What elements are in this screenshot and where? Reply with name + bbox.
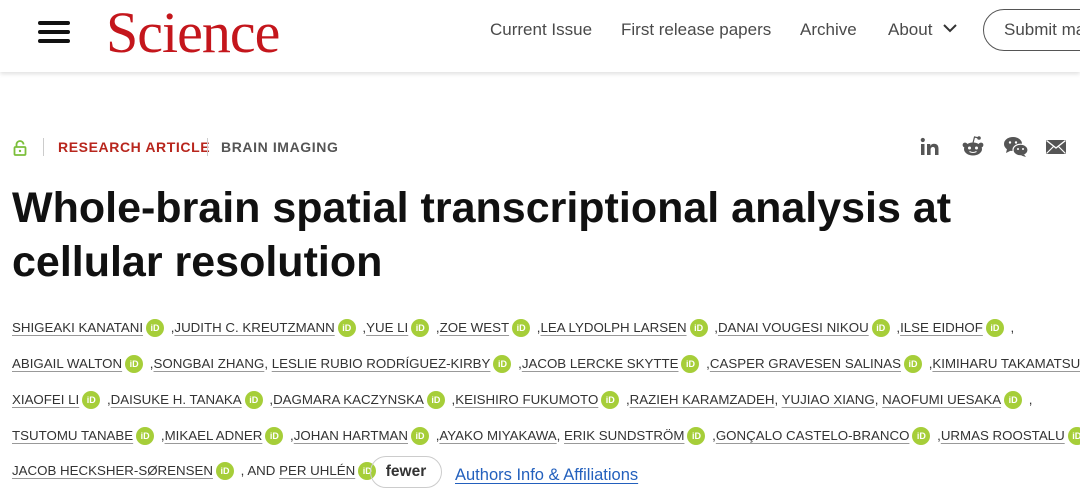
- nav-first-release[interactable]: First release papers: [621, 20, 771, 40]
- article-subject[interactable]: BRAIN IMAGING: [221, 139, 338, 157]
- author-separator: ,: [432, 320, 440, 335]
- authors-info-link[interactable]: Authors Info & Affiliations: [455, 466, 638, 485]
- submit-button[interactable]: Submit ma: [983, 9, 1080, 51]
- author-separator: ,: [514, 356, 522, 371]
- author-line: ABIGAIL WALTON iD ,SONGBAI ZHANG, LESLIE …: [12, 352, 1080, 376]
- author-name[interactable]: DAISUKE H. TANAKA: [111, 392, 242, 407]
- author-name[interactable]: JOHAN HARTMAN: [294, 428, 408, 443]
- author-separator: ,: [264, 356, 272, 371]
- author-line: XIAOFEI LI iD ,DAISUKE H. TANAKA iD ,DAGMA…: [12, 388, 1032, 412]
- author-name[interactable]: SONGBAI ZHANG: [154, 356, 265, 371]
- author-name[interactable]: URMAS ROOSTALU: [941, 428, 1065, 443]
- orcid-icon[interactable]: iD: [125, 355, 144, 374]
- chevron-down-icon: [943, 24, 957, 33]
- email-icon[interactable]: [1046, 139, 1066, 155]
- author-separator: ,: [933, 428, 941, 443]
- author-name[interactable]: AYAKO MIYAKAWA: [439, 428, 556, 443]
- orcid-icon[interactable]: iD: [601, 391, 620, 410]
- lock-icon: [13, 140, 27, 156]
- nav-about-label: About: [888, 20, 933, 39]
- author-name[interactable]: CASPER GRAVESEN SALINAS: [710, 356, 901, 371]
- author-line: TSUTOMU TANABE iD ,MIKAEL ADNER iD ,JOHAN …: [12, 424, 1080, 448]
- nav-current-issue[interactable]: Current Issue: [490, 20, 592, 40]
- author-line: SHIGEAKI KANATANI iD ,JUDITH C. KREUTZMAN…: [12, 316, 1014, 340]
- author-separator: ,: [702, 356, 710, 371]
- author-name[interactable]: NAOFUMI UESAKA: [882, 392, 1001, 407]
- author-separator: ,: [157, 428, 165, 443]
- orcid-icon[interactable]: iD: [912, 427, 931, 446]
- author-name[interactable]: ILSE EIDHOF: [900, 320, 983, 335]
- author-separator: ,: [892, 320, 901, 335]
- author-separator: ,: [774, 392, 782, 407]
- author-separator: ,: [103, 392, 111, 407]
- author-name[interactable]: ERIK SUNDSTRÖM: [564, 428, 684, 443]
- orcid-icon[interactable]: iD: [985, 319, 1004, 338]
- author-separator: ,: [358, 320, 367, 335]
- author-separator: ,: [1025, 392, 1033, 407]
- linkedin-icon[interactable]: [920, 137, 940, 157]
- author-name[interactable]: RAZIEH KARAMZADEH: [630, 392, 775, 407]
- orcid-icon[interactable]: iD: [337, 319, 356, 338]
- reddit-icon[interactable]: [961, 135, 985, 157]
- science-logo[interactable]: Science: [106, 0, 280, 66]
- author-controls: fewer Authors Info & Affiliations: [12, 456, 712, 488]
- orcid-icon[interactable]: iD: [411, 427, 430, 446]
- author-name[interactable]: KIMIHARU TAKAMATSU: [932, 356, 1080, 371]
- orcid-icon[interactable]: iD: [689, 319, 708, 338]
- site-header: Science Current Issue First release pape…: [0, 0, 1080, 72]
- author-separator: ,: [265, 392, 274, 407]
- author-name[interactable]: XIAOFEI LI: [12, 392, 79, 407]
- author-separator: ,: [1006, 320, 1015, 335]
- author-separator: ,: [286, 428, 294, 443]
- orcid-icon[interactable]: iD: [244, 391, 263, 410]
- author-name[interactable]: ABIGAIL WALTON: [12, 356, 122, 371]
- author-separator: ,: [622, 392, 630, 407]
- author-name[interactable]: SHIGEAKI KANATANI: [12, 320, 143, 335]
- orcid-icon[interactable]: iD: [136, 427, 155, 446]
- divider: [207, 138, 208, 156]
- orcid-icon[interactable]: iD: [426, 391, 445, 410]
- orcid-icon[interactable]: iD: [681, 355, 700, 374]
- author-name[interactable]: LESLIE RUBIO RODRÍGUEZ-KIRBY: [272, 356, 491, 371]
- orcid-icon[interactable]: iD: [411, 319, 430, 338]
- divider: [43, 138, 44, 156]
- nav-about[interactable]: About: [888, 20, 957, 40]
- orcid-icon[interactable]: iD: [1067, 427, 1080, 446]
- orcid-icon[interactable]: iD: [871, 319, 890, 338]
- orcid-icon[interactable]: iD: [1004, 391, 1023, 410]
- author-name[interactable]: KEISHIRO FUKUMOTO: [455, 392, 598, 407]
- author-name[interactable]: YUJIAO XIANG: [782, 392, 875, 407]
- author-name[interactable]: DANAI VOUGESI NIKOU: [718, 320, 869, 335]
- author-name[interactable]: GONÇALO CASTELO-BRANCO: [716, 428, 910, 443]
- wechat-icon[interactable]: [1003, 136, 1029, 158]
- author-name[interactable]: YUE LI: [366, 320, 408, 335]
- author-name[interactable]: MIKAEL ADNER: [165, 428, 263, 443]
- author-name[interactable]: DAGMARA KACZYNSKA: [273, 392, 424, 407]
- orcid-icon[interactable]: iD: [904, 355, 923, 374]
- author-name[interactable]: JUDITH C. KREUTZMANN: [174, 320, 334, 335]
- author-name[interactable]: JACOB LERCKE SKYTTE: [522, 356, 679, 371]
- author-separator: ,: [708, 428, 716, 443]
- orcid-icon[interactable]: iD: [82, 391, 101, 410]
- article-type[interactable]: RESEARCH ARTICLE: [58, 139, 210, 157]
- author-name[interactable]: TSUTOMU TANABE: [12, 428, 133, 443]
- author-name[interactable]: LEA LYDOLPH LARSEN: [540, 320, 686, 335]
- orcid-icon[interactable]: iD: [687, 427, 706, 446]
- author-separator: ,: [710, 320, 718, 335]
- fewer-button[interactable]: fewer: [370, 456, 442, 488]
- author-separator: ,: [556, 428, 565, 443]
- article-title: Whole-brain spatial transcriptional anal…: [12, 184, 952, 286]
- orcid-icon[interactable]: iD: [512, 319, 531, 338]
- orcid-icon[interactable]: iD: [265, 427, 284, 446]
- orcid-icon[interactable]: iD: [493, 355, 512, 374]
- author-name[interactable]: ZOE WEST: [440, 320, 509, 335]
- nav-archive[interactable]: Archive: [800, 20, 857, 40]
- orcid-icon[interactable]: iD: [146, 319, 165, 338]
- menu-icon[interactable]: [38, 21, 70, 43]
- author-separator: ,: [146, 356, 154, 371]
